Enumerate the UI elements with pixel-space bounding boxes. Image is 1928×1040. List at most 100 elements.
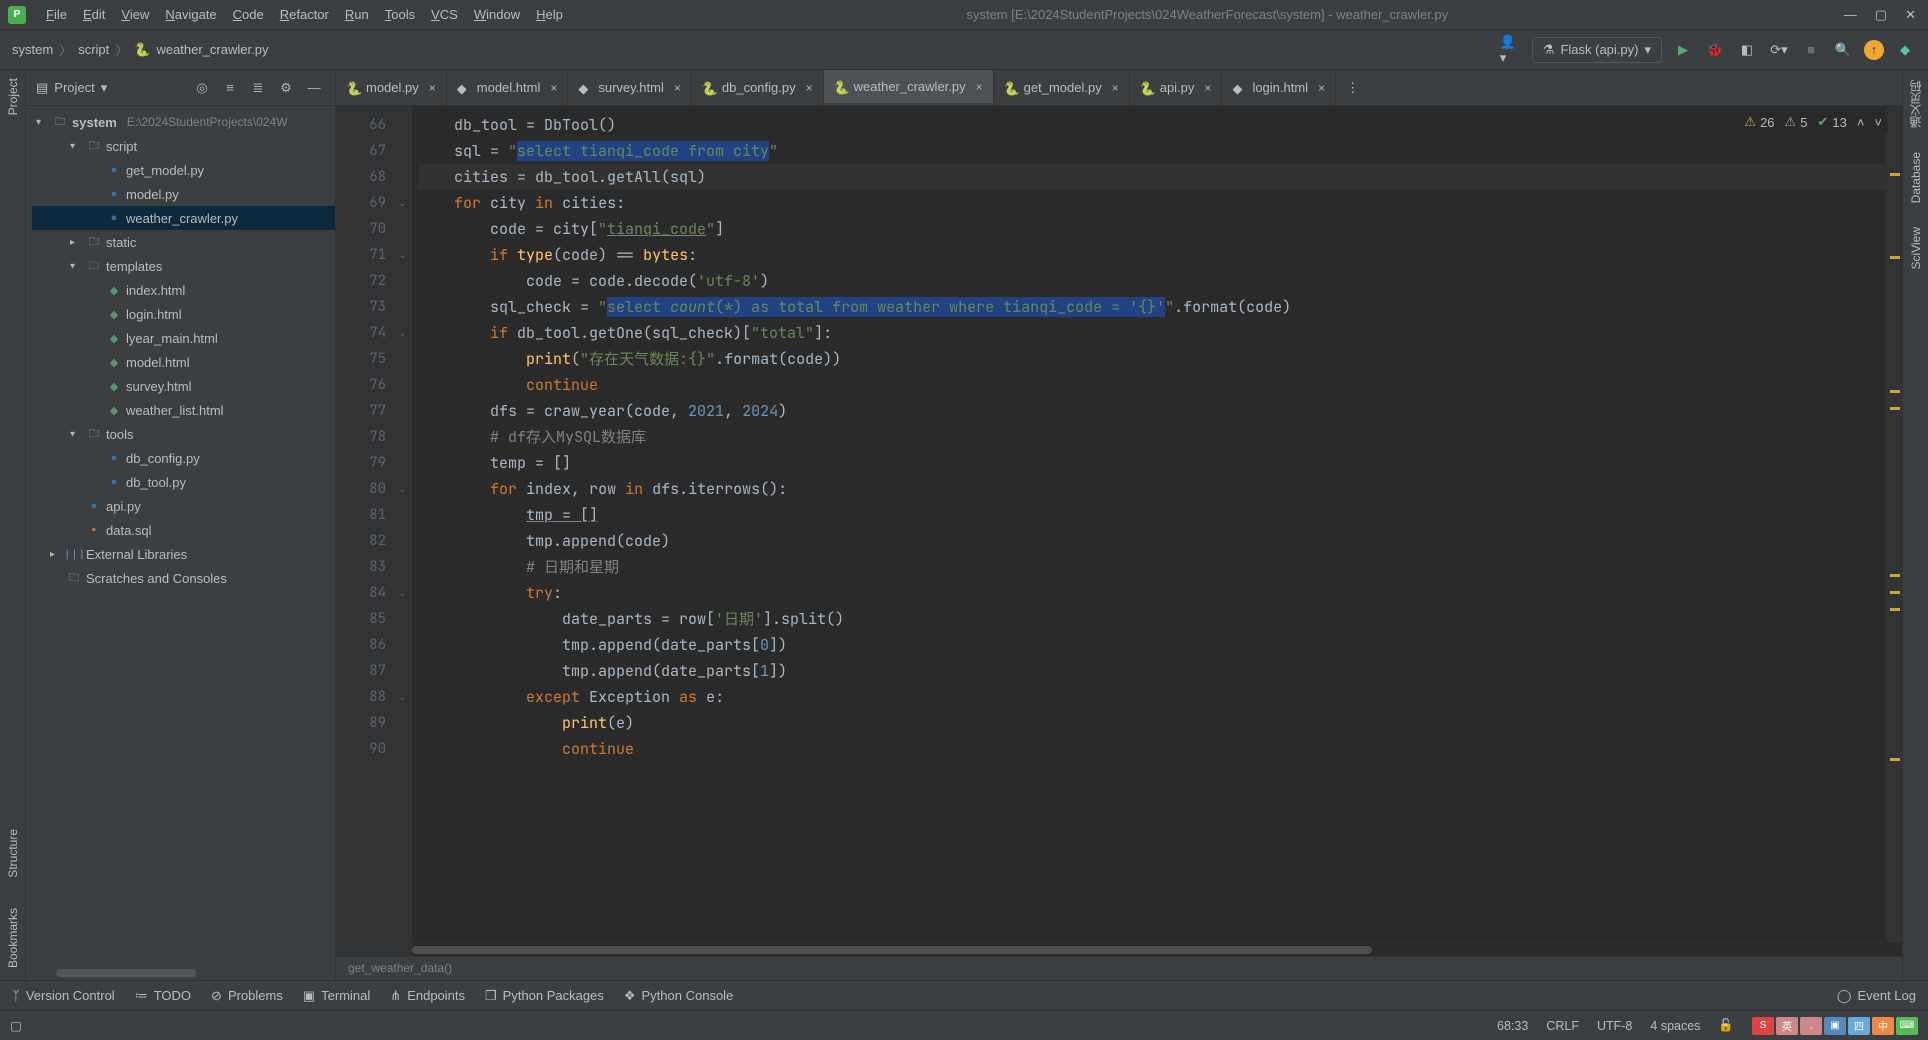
run-button[interactable]: ▶ (1672, 39, 1694, 61)
tabs-more[interactable]: ⋮ (1336, 70, 1369, 105)
tool-version-control[interactable]: ᛉVersion Control (12, 988, 115, 1003)
tree-item[interactable]: login.html (32, 302, 335, 326)
line-gutter[interactable]: 6667686970717273747576777879808182838485… (336, 106, 394, 942)
event-log[interactable]: ◯Event Log (1837, 988, 1916, 1004)
editor-breadcrumb[interactable]: get_weather_data() (336, 956, 1902, 980)
tree-item[interactable]: data.sql (32, 518, 335, 542)
tree-item[interactable]: model.html (32, 350, 335, 374)
tool-windows-icon[interactable]: ▢ (10, 1018, 22, 1033)
menu-run[interactable]: Run (337, 3, 377, 26)
tree-item[interactable]: ▸🗀static (32, 230, 335, 254)
tree-root[interactable]: ▾🗀systemE:\2024StudentProjects\024W (32, 110, 335, 134)
locate-icon[interactable]: ◎ (191, 77, 213, 99)
editor-tab[interactable]: 🐍get_model.py× (994, 70, 1130, 105)
collapse-all-icon[interactable]: ≣ (247, 77, 269, 99)
menu-window[interactable]: Window (466, 3, 528, 26)
tree-item[interactable]: get_model.py (32, 158, 335, 182)
debug-button[interactable]: 🐞 (1704, 39, 1726, 61)
horizontal-scrollbar[interactable] (26, 966, 335, 980)
vertical-scrollbar[interactable] (1886, 106, 1902, 942)
tree-item[interactable]: db_config.py (32, 446, 335, 470)
chevron-down-icon[interactable]: ▾ (101, 80, 108, 96)
tool-tab-project[interactable]: Project (6, 78, 20, 115)
ide-updates-icon[interactable]: ↑ (1864, 40, 1884, 60)
tree-item[interactable]: ▾🗀templates (32, 254, 335, 278)
close-icon[interactable]: × (1318, 81, 1325, 95)
tree-item[interactable]: api.py (32, 494, 335, 518)
tool-tab-sciview[interactable]: SciView (1909, 227, 1923, 269)
menu-view[interactable]: View (113, 3, 157, 26)
close-icon[interactable]: × (976, 80, 983, 94)
indent-setting[interactable]: 4 spaces (1650, 1019, 1700, 1033)
menu-file[interactable]: File (38, 3, 75, 26)
project-label[interactable]: Project (54, 80, 94, 95)
assistant-icon[interactable]: ◆ (1894, 39, 1916, 61)
close-icon[interactable]: × (550, 81, 557, 95)
menu-tools[interactable]: Tools (377, 3, 423, 26)
breadcrumb-item[interactable]: script (78, 42, 109, 57)
next-highlight-icon[interactable]: ˅ (1874, 115, 1882, 130)
code-area[interactable]: db_tool = DbTool() sql = "select tianqi_… (412, 106, 1886, 942)
tool-todo[interactable]: ≔TODO (135, 988, 191, 1004)
ime-indicator[interactable]: S英,▣四中⌨ (1752, 1017, 1918, 1035)
caret-position[interactable]: 68:33 (1497, 1019, 1528, 1033)
tree-item[interactable]: weather_crawler.py (32, 206, 335, 230)
tool-tab-bookmarks[interactable]: Bookmarks (6, 908, 20, 968)
editor-horizontal-scrollbar[interactable] (336, 942, 1902, 956)
editor-tab[interactable]: ◆model.html× (447, 70, 569, 105)
close-icon[interactable]: × (429, 81, 436, 95)
close-icon[interactable]: × (806, 81, 813, 95)
tree-item[interactable]: lyear_main.html (32, 326, 335, 350)
editor-tab[interactable]: 🐍model.py× (336, 70, 447, 105)
tool-endpoints[interactable]: ⋔Endpoints (390, 988, 465, 1004)
tree-item[interactable]: survey.html (32, 374, 335, 398)
tool-problems[interactable]: ⊘Problems (211, 988, 283, 1004)
menu-help[interactable]: Help (528, 3, 571, 26)
run-config-selector[interactable]: ⚗ Flask (api.py) ▾ (1532, 37, 1662, 63)
readonly-icon[interactable]: 🔓 (1718, 1018, 1734, 1033)
tree-item[interactable]: model.py (32, 182, 335, 206)
breadcrumb-item[interactable]: weather_crawler.py (156, 42, 268, 57)
prev-highlight-icon[interactable]: ˄ (1857, 115, 1865, 130)
tree-item[interactable]: ▾🗀tools (32, 422, 335, 446)
settings-icon[interactable]: ⚙ (275, 77, 297, 99)
tool-terminal[interactable]: ▣Terminal (303, 988, 370, 1004)
hide-icon[interactable]: — (303, 77, 325, 99)
project-tree[interactable]: ▾🗀systemE:\2024StudentProjects\024W▾🗀scr… (26, 106, 335, 966)
expand-all-icon[interactable]: ≡ (219, 77, 241, 99)
breadcrumb-item[interactable]: system (12, 42, 53, 57)
menu-navigate[interactable]: Navigate (157, 3, 224, 26)
stop-button[interactable]: ■ (1800, 39, 1822, 61)
tool-tab-tongyi[interactable]: 通义灵码 (1907, 80, 1924, 128)
add-user-icon[interactable]: 👤▾ (1500, 39, 1522, 61)
tree-item[interactable]: 🗀Scratches and Consoles (32, 566, 335, 590)
editor-tab[interactable]: 🐍api.py× (1130, 70, 1223, 105)
tool-python-console[interactable]: ❖Python Console (624, 988, 733, 1004)
editor-tab[interactable]: ◆login.html× (1222, 70, 1336, 105)
inspection-widget[interactable]: ⚠26 ⚠5 ✔13 ˄ ˅ (1738, 112, 1888, 132)
menu-refactor[interactable]: Refactor (272, 3, 337, 26)
editor[interactable]: 6667686970717273747576777879808182838485… (336, 106, 1902, 942)
tree-item[interactable]: ▾🗀script (32, 134, 335, 158)
editor-tab[interactable]: 🐍db_config.py× (692, 70, 824, 105)
tree-item[interactable]: ▸External Libraries (32, 542, 335, 566)
editor-tab[interactable]: ◆survey.html× (568, 70, 692, 105)
minimize-button[interactable]: — (1844, 7, 1857, 23)
close-button[interactable]: ✕ (1905, 7, 1916, 23)
tree-item[interactable]: weather_list.html (32, 398, 335, 422)
close-icon[interactable]: × (1112, 81, 1119, 95)
tool-tab-structure[interactable]: Structure (6, 829, 20, 878)
file-encoding[interactable]: UTF-8 (1597, 1019, 1632, 1033)
breadcrumb[interactable]: system 〉 script 〉 🐍 weather_crawler.py (12, 40, 268, 59)
tool-tab-database[interactable]: Database (1909, 152, 1923, 203)
coverage-button[interactable]: ◧ (1736, 39, 1758, 61)
profile-button[interactable]: ⟳▾ (1768, 39, 1790, 61)
tree-item[interactable]: db_tool.py (32, 470, 335, 494)
search-icon[interactable]: 🔍 (1832, 39, 1854, 61)
fold-gutter[interactable]: ⌄⌄⌄⌄⌄⌄ (394, 106, 412, 942)
tool-python-packages[interactable]: ❒Python Packages (485, 988, 604, 1004)
close-icon[interactable]: × (674, 81, 681, 95)
menu-vcs[interactable]: VCS (423, 3, 466, 26)
line-separator[interactable]: CRLF (1546, 1019, 1579, 1033)
maximize-button[interactable]: ▢ (1875, 7, 1887, 23)
